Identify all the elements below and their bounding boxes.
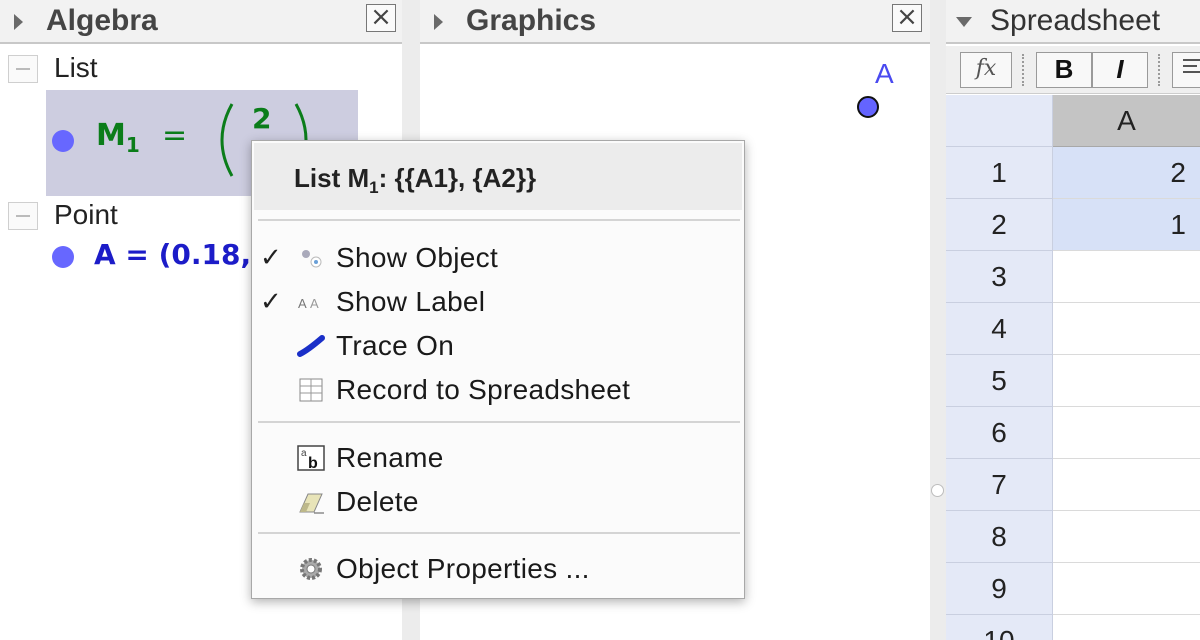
row-header[interactable]: 9 bbox=[946, 563, 1053, 615]
toolbar-separator bbox=[1022, 54, 1024, 86]
spreadsheet-title: Spreadsheet bbox=[990, 4, 1161, 37]
fx-button[interactable]: fx bbox=[960, 52, 1012, 88]
collapse-triangle-icon[interactable] bbox=[434, 14, 443, 30]
context-menu: List M1: {{A1}, {A2}} ✓ Show Object ✓ AA… bbox=[251, 140, 745, 599]
cell-a3[interactable] bbox=[1053, 251, 1200, 303]
spreadsheet-titlebar: Spreadsheet bbox=[946, 0, 1200, 44]
visibility-toggle-a[interactable] bbox=[52, 246, 74, 268]
cell-a9[interactable] bbox=[1053, 563, 1200, 615]
context-menu-header: List M1: {{A1}, {A2}} bbox=[254, 143, 742, 210]
row-header[interactable]: 8 bbox=[946, 511, 1053, 563]
menu-item-show-label[interactable]: ✓ AA Show Label bbox=[254, 282, 742, 322]
matrix-value: 2 bbox=[252, 102, 272, 135]
menu-label: Rename bbox=[336, 442, 444, 473]
menu-label: Object Properties ... bbox=[336, 553, 590, 584]
row-header[interactable]: 2 bbox=[946, 199, 1053, 251]
spreadsheet-toolbar: fx B I bbox=[946, 46, 1200, 94]
group-label-point: Point bbox=[54, 199, 118, 230]
graphics-title: Graphics bbox=[466, 4, 597, 37]
trace-icon bbox=[297, 335, 325, 357]
spreadsheet-record-icon bbox=[299, 378, 323, 402]
cell-a2[interactable]: 1 bbox=[1053, 199, 1200, 251]
row-header[interactable]: 1 bbox=[946, 147, 1053, 199]
row-header[interactable]: 6 bbox=[946, 407, 1053, 459]
menu-item-show-object[interactable]: ✓ Show Object bbox=[254, 238, 742, 278]
menu-item-delete[interactable]: Delete bbox=[254, 482, 742, 522]
cell-a5[interactable] bbox=[1053, 355, 1200, 407]
point-a[interactable] bbox=[857, 96, 879, 118]
align-left-icon[interactable] bbox=[1172, 52, 1200, 88]
menu-separator bbox=[258, 421, 740, 423]
menu-item-record-to-spreadsheet[interactable]: Record to Spreadsheet bbox=[254, 370, 742, 410]
list-equals: = bbox=[162, 118, 188, 153]
grid-corner[interactable] bbox=[946, 95, 1053, 147]
list-name: M1 bbox=[96, 118, 140, 157]
cell-a4[interactable] bbox=[1053, 303, 1200, 355]
svg-text:A: A bbox=[310, 296, 319, 311]
left-paren bbox=[220, 103, 234, 177]
menu-separator bbox=[258, 219, 740, 221]
menu-item-rename[interactable]: ab Rename bbox=[254, 438, 742, 478]
svg-text:A: A bbox=[298, 296, 307, 311]
cell-a8[interactable] bbox=[1053, 511, 1200, 563]
gear-icon bbox=[300, 558, 322, 580]
menu-label: Record to Spreadsheet bbox=[336, 374, 631, 405]
show-label-icon: AA bbox=[298, 296, 319, 311]
group-label-list: List bbox=[54, 52, 98, 83]
point-group-toggle[interactable] bbox=[8, 202, 38, 230]
svg-text:a: a bbox=[301, 448, 307, 459]
row-header[interactable]: 7 bbox=[946, 459, 1053, 511]
algebra-close-button[interactable]: × bbox=[366, 4, 396, 32]
spreadsheet-view: Spreadsheet fx B I A 1221345678910 bbox=[946, 0, 1200, 640]
cell-a7[interactable] bbox=[1053, 459, 1200, 511]
graphics-titlebar: Graphics × bbox=[420, 0, 930, 44]
algebra-titlebar: Algebra × bbox=[0, 0, 402, 44]
toolbar-separator bbox=[1158, 54, 1160, 86]
cell-a6[interactable] bbox=[1053, 407, 1200, 459]
rename-icon: ab bbox=[297, 445, 325, 472]
row-header[interactable]: 3 bbox=[946, 251, 1053, 303]
eraser-icon bbox=[299, 493, 324, 514]
visibility-toggle-m1[interactable] bbox=[52, 130, 74, 152]
bold-button[interactable]: B bbox=[1036, 52, 1092, 88]
menu-item-trace-on[interactable]: Trace On bbox=[254, 326, 742, 366]
point-label-a[interactable]: A bbox=[875, 58, 894, 90]
collapse-triangle-icon[interactable] bbox=[14, 14, 23, 30]
menu-label: Delete bbox=[336, 486, 419, 517]
resize-handle[interactable] bbox=[931, 484, 944, 497]
menu-separator bbox=[258, 532, 740, 534]
row-header[interactable]: 4 bbox=[946, 303, 1053, 355]
list-group-toggle[interactable] bbox=[8, 55, 38, 83]
cell-a10[interactable] bbox=[1053, 615, 1200, 640]
checkmark-icon: ✓ bbox=[260, 287, 282, 317]
row-header[interactable]: 10 bbox=[946, 615, 1053, 640]
panel-divider[interactable] bbox=[930, 0, 946, 640]
context-menu-title: List M1: {{A1}, {A2}} bbox=[294, 163, 537, 198]
cell-a1[interactable]: 2 bbox=[1053, 147, 1200, 199]
graphics-close-button[interactable]: × bbox=[892, 4, 922, 32]
point-definition[interactable]: A = (0.18, bbox=[94, 238, 251, 271]
show-object-icon bbox=[302, 250, 322, 268]
algebra-title: Algebra bbox=[46, 4, 158, 37]
expand-triangle-icon[interactable] bbox=[956, 17, 972, 27]
menu-item-object-properties[interactable]: Object Properties ... bbox=[254, 549, 742, 589]
checkmark-icon: ✓ bbox=[260, 243, 282, 273]
svg-text:b: b bbox=[308, 455, 318, 472]
menu-label: Trace On bbox=[336, 330, 455, 361]
column-header-a[interactable]: A bbox=[1053, 95, 1200, 147]
menu-label: Show Label bbox=[336, 286, 486, 317]
menu-label: Show Object bbox=[336, 242, 499, 273]
italic-button[interactable]: I bbox=[1092, 52, 1148, 88]
row-header[interactable]: 5 bbox=[946, 355, 1053, 407]
